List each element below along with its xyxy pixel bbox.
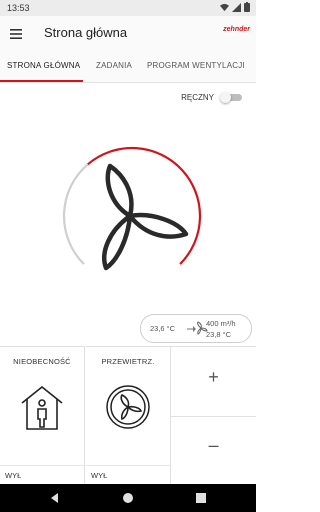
tab-tasks[interactable]: ZADANIA [96,61,132,70]
back-icon[interactable] [48,491,62,505]
fan-level-stepper: + – [171,346,256,485]
boost-status: WYŁ [91,471,108,480]
house-person-icon [21,385,63,430]
outdoor-temp: 23,8 °C [206,330,232,339]
tile-divider [86,465,170,466]
stepper-divider [171,416,256,417]
absence-tile-label: NIEOBECNOŚĆ [13,357,71,366]
dial-track [62,163,89,265]
tab-ventilation-program[interactable]: PROGRAM WENTYLACJI [147,61,245,70]
manual-toggle-label: RĘCZNY [181,92,214,102]
air-info-pill: 23,6 °C 400 m³/h 23,8 °C [140,314,252,343]
fan-circle-icon [106,385,150,429]
signal-icon [232,2,241,12]
tab-bar: STRONA GŁÓWNA ZADANIA PROGRAM WENTYLACJI [0,52,256,83]
indoor-temp: 23,6 °C [150,324,176,333]
home-icon[interactable] [121,491,135,505]
battery-icon [244,2,250,12]
recents-icon[interactable] [194,491,208,505]
airflow-value: 400 m³/h [206,319,236,328]
boost-tile-label: PRZEWIETRZ. [101,357,155,366]
manual-toggle-row: RĘCZNY [181,92,242,103]
fan-speed-dial[interactable] [56,140,208,292]
page-title: Strona główna [44,25,128,40]
system-nav-bar [0,484,256,512]
increase-button[interactable]: + [171,367,256,388]
app-bar: Strona główna zehnder [0,16,256,52]
decrease-button[interactable]: – [171,435,256,456]
menu-icon[interactable] [9,27,23,41]
absence-status: WYŁ [5,471,22,480]
manual-toggle[interactable] [220,92,242,103]
boost-ventilation-tile[interactable]: PRZEWIETRZ. WYŁ [86,346,171,485]
status-icons [220,2,250,12]
status-time: 13:53 [7,3,30,13]
tab-home[interactable]: STRONA GŁÓWNA [7,61,80,70]
absence-tile[interactable]: NIEOBECNOŚĆ WYŁ [0,346,85,485]
brand-logo: zehnder [223,26,250,33]
status-bar: 13:53 [0,0,256,16]
wifi-icon [220,3,229,11]
toggle-knob [220,92,231,103]
tile-divider [0,465,84,466]
fan-icon [102,163,189,271]
active-tab-indicator [0,80,83,82]
